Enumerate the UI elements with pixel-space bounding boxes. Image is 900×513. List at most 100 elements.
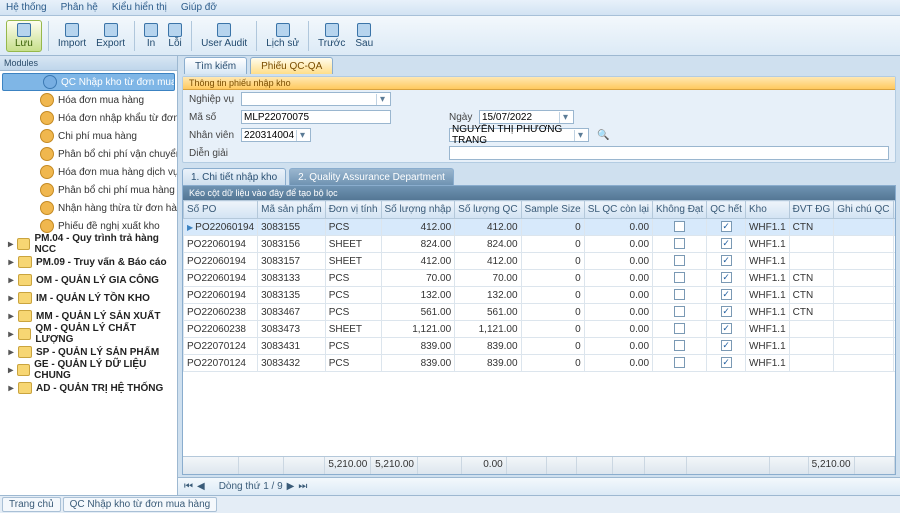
table-cell[interactable]: PO22060238 <box>184 304 258 321</box>
table-cell[interactable]: 3083431/220715/001 <box>893 338 895 355</box>
checkbox[interactable] <box>674 238 685 249</box>
column-header[interactable]: Mã sản phẩm <box>258 201 326 219</box>
table-cell[interactable]: PO22060238 <box>184 321 258 338</box>
expand-icon[interactable]: ▸ <box>6 365 15 376</box>
table-cell[interactable]: 3083467/220715/001 <box>893 304 895 321</box>
module-tree[interactable]: QC Nhập kho từ đơn mua hàngHóa đơn mua h… <box>0 71 177 495</box>
checkbox[interactable] <box>721 357 732 368</box>
table-cell[interactable]: 0 <box>521 219 584 236</box>
sidebar-group[interactable]: ▸PM.09 - Truy vấn & Báo cáo <box>0 253 177 271</box>
table-cell[interactable]: 3083135/220715/001 <box>893 287 895 304</box>
table-cell[interactable]: 1,121.00 <box>455 321 521 338</box>
table-cell[interactable]: WHF1.1 <box>745 321 789 338</box>
table-cell[interactable] <box>789 253 834 270</box>
sidebar-item[interactable]: Nhận hàng thừa từ đơn hàng <box>0 199 177 217</box>
table-cell[interactable] <box>834 253 893 270</box>
table-cell[interactable]: CTN <box>789 219 834 236</box>
table-cell[interactable]: PO22060194 <box>184 270 258 287</box>
checkbox[interactable] <box>721 340 732 351</box>
table-cell[interactable]: PO22060194 <box>184 219 258 236</box>
checkbox[interactable] <box>674 221 685 232</box>
table-cell[interactable]: WHF1.1 <box>745 219 789 236</box>
table-cell[interactable]: WHF1.1 <box>745 270 789 287</box>
table-cell[interactable]: 0 <box>521 287 584 304</box>
user-audit-button[interactable]: User Audit <box>198 23 250 49</box>
table-cell[interactable]: PCS <box>325 355 381 372</box>
table-cell[interactable]: 839.00 <box>455 338 521 355</box>
column-header[interactable]: Kho <box>745 201 789 219</box>
export-button[interactable]: Export <box>93 23 128 49</box>
checkbox[interactable] <box>721 255 732 266</box>
table-cell[interactable] <box>653 287 707 304</box>
sidebar-item[interactable]: Hóa đơn mua hàng <box>0 91 177 109</box>
table-cell[interactable]: 412.00 <box>455 253 521 270</box>
column-header[interactable]: Sample Size <box>521 201 584 219</box>
subtab-qa[interactable]: 2. Quality Assurance Department <box>289 168 454 185</box>
checkbox[interactable] <box>674 323 685 334</box>
table-row[interactable]: PO220601943083157SHEET412.00412.0000.00W… <box>184 253 896 270</box>
table-cell[interactable]: 0.00 <box>584 253 652 270</box>
checkbox[interactable] <box>674 289 685 300</box>
print-button[interactable]: In <box>141 23 161 49</box>
checkbox[interactable] <box>674 306 685 317</box>
table-cell[interactable]: 3083157 <box>258 253 326 270</box>
nav-prev-icon[interactable]: ◀ <box>197 481 205 492</box>
table-cell[interactable]: 412.00 <box>455 219 521 236</box>
tab-search[interactable]: Tìm kiếm <box>184 57 247 74</box>
checkbox[interactable] <box>721 306 732 317</box>
table-cell[interactable]: 0 <box>521 338 584 355</box>
table-cell[interactable]: 3083473/220715/001 <box>893 321 895 338</box>
column-header[interactable]: Đơn vị tính <box>325 201 381 219</box>
table-cell[interactable] <box>707 253 746 270</box>
chevron-down-icon[interactable]: ▾ <box>296 130 308 141</box>
table-cell[interactable]: 824.00 <box>381 236 455 253</box>
next-button[interactable]: Sau <box>352 23 376 49</box>
import-button[interactable]: Import <box>55 23 89 49</box>
sidebar-item[interactable]: Phân bổ chi phí mua hàng cuối kỳ <box>0 181 177 199</box>
table-cell[interactable]: 70.00 <box>381 270 455 287</box>
sidebar-group[interactable]: ▸QM - QUẢN LÝ CHẤT LƯỢNG <box>0 325 177 343</box>
chevron-down-icon[interactable]: ▾ <box>574 130 586 141</box>
sidebar-item[interactable]: Hóa đơn nhập khẩu từ đơn mua h... <box>0 109 177 127</box>
table-cell[interactable] <box>789 355 834 372</box>
table-cell[interactable]: 3083467 <box>258 304 326 321</box>
table-cell[interactable] <box>653 304 707 321</box>
checkbox[interactable] <box>674 272 685 283</box>
table-cell[interactable] <box>789 321 834 338</box>
table-cell[interactable]: WHF1.1 <box>745 253 789 270</box>
table-row[interactable]: PO220701243083431PCS839.00839.0000.00WHF… <box>184 338 896 355</box>
menu-phanhe[interactable]: Phân hệ <box>61 2 98 13</box>
checkbox[interactable] <box>721 323 732 334</box>
table-row[interactable]: PO220602383083473SHEET1,121.001,121.0000… <box>184 321 896 338</box>
table-cell[interactable]: CTN <box>789 270 834 287</box>
table-cell[interactable]: 839.00 <box>381 355 455 372</box>
table-cell[interactable]: PO22060194 <box>184 287 258 304</box>
checkbox[interactable] <box>721 272 732 283</box>
column-header[interactable]: Không Đạt <box>653 201 707 219</box>
table-cell[interactable] <box>653 219 707 236</box>
chevron-down-icon[interactable]: ▾ <box>376 94 388 105</box>
table-cell[interactable] <box>834 219 893 236</box>
table-cell[interactable]: PO22070124 <box>184 338 258 355</box>
checkbox[interactable] <box>674 340 685 351</box>
table-cell[interactable] <box>834 355 893 372</box>
table-cell[interactable]: 412.00 <box>381 219 455 236</box>
table-cell[interactable]: 0.00 <box>584 219 652 236</box>
table-cell[interactable]: PCS <box>325 219 381 236</box>
expand-icon[interactable]: ▸ <box>6 311 16 322</box>
table-cell[interactable] <box>834 287 893 304</box>
expand-icon[interactable]: ▸ <box>6 275 16 286</box>
table-cell[interactable]: 824.00 <box>455 236 521 253</box>
table-cell[interactable] <box>789 236 834 253</box>
grid-group-bar[interactable]: Kéo cột dữ liệu vào đây để tạo bộ lọc <box>183 186 895 200</box>
table-cell[interactable]: 0.00 <box>584 287 652 304</box>
table-cell[interactable]: PO22070124 <box>184 355 258 372</box>
column-header[interactable]: LotNo <box>893 201 895 219</box>
column-header[interactable]: SL QC còn lại <box>584 201 652 219</box>
nhanvien-name-field[interactable]: NGUYỄN THỊ PHƯƠNG TRANG▾ <box>449 128 589 142</box>
table-cell[interactable]: 412.00 <box>381 253 455 270</box>
menu-help[interactable]: Giúp đỡ <box>181 2 217 13</box>
checkbox[interactable] <box>674 357 685 368</box>
table-row[interactable]: PO220601943083155PCS412.00412.0000.00WHF… <box>184 219 896 236</box>
table-cell[interactable]: PO22060194 <box>184 236 258 253</box>
